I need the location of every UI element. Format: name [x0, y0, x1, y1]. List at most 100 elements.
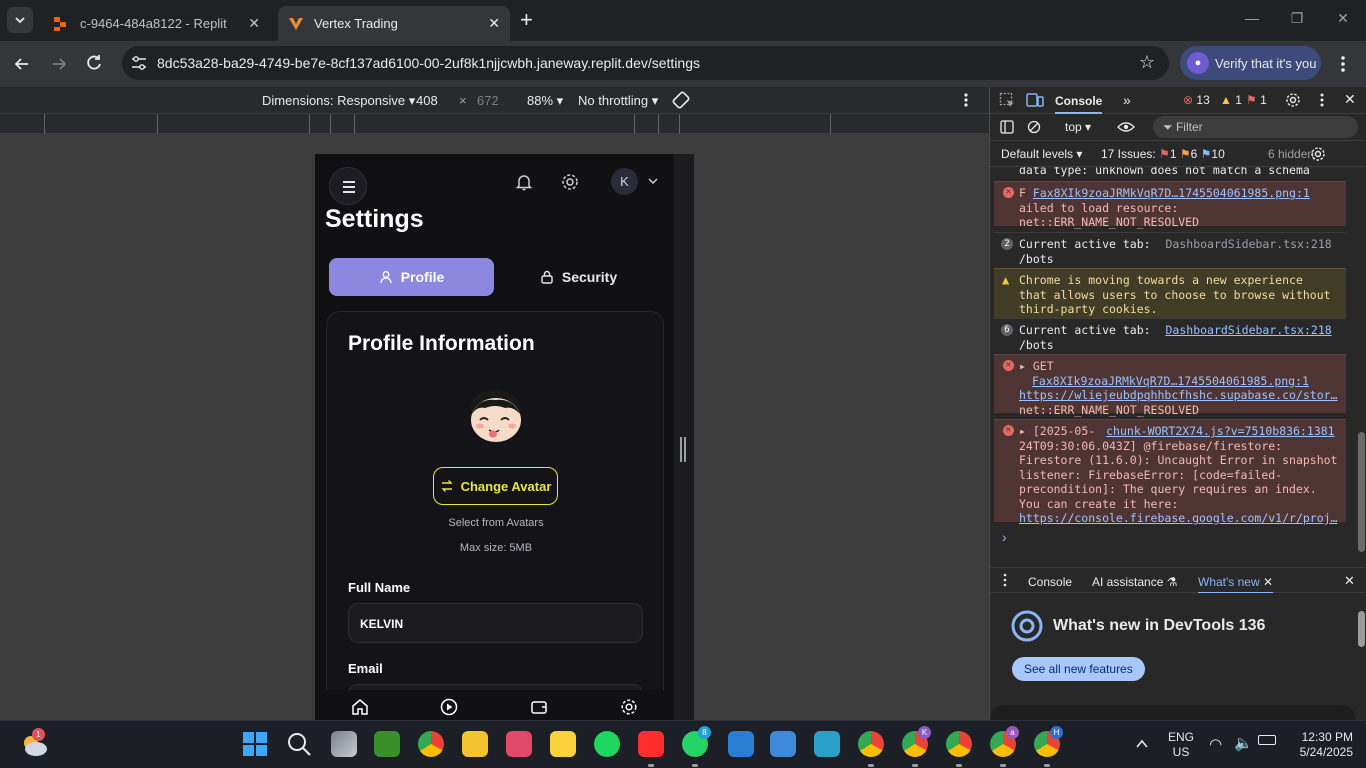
source-link[interactable]: chunk-WORT2X74.js?v=7510b836:1381 — [1106, 424, 1334, 438]
close-tab-icon[interactable]: ✕ — [488, 15, 500, 32]
full-name-field[interactable]: KELVIN — [348, 603, 643, 643]
chrome-icon[interactable] — [418, 731, 444, 757]
chrome-profile-icon[interactable] — [858, 731, 884, 757]
device-toggle-icon[interactable] — [1026, 92, 1044, 108]
browser-menu-icon[interactable] — [1336, 54, 1350, 74]
close-window-icon[interactable]: ✕ — [1333, 10, 1353, 30]
error-counter[interactable]: ⊗ 13 — [1183, 93, 1210, 107]
file-explorer-icon[interactable] — [462, 731, 488, 757]
firebase-index-link[interactable]: https://console.firebase.google.com/v1/r… — [1019, 511, 1338, 525]
drawer-tab-whats-new[interactable]: What's new ✕ — [1198, 568, 1274, 594]
wifi-icon[interactable]: ◠ — [1209, 735, 1222, 753]
tab-console[interactable]: Console — [1055, 87, 1103, 114]
language-indicator[interactable]: ENG US — [1168, 730, 1194, 760]
close-tab-icon[interactable]: ✕ — [1263, 575, 1273, 589]
gear-icon[interactable] — [560, 172, 580, 192]
chrome-profile-a-icon[interactable]: a — [990, 726, 1019, 757]
tab-vertex-trading[interactable]: Vertex Trading ✕ — [278, 6, 510, 41]
sticky-notes-icon[interactable] — [550, 731, 576, 757]
home-icon[interactable] — [351, 698, 369, 716]
windows-start-icon[interactable] — [242, 731, 268, 757]
devtools-settings-icon[interactable] — [1285, 92, 1301, 108]
width-input[interactable]: 408 — [416, 93, 438, 108]
weather-widget[interactable]: 1 — [19, 728, 49, 759]
drawer-scrollbar[interactable] — [1355, 593, 1366, 720]
console-settings-icon[interactable] — [1310, 146, 1326, 162]
wallet-icon[interactable] — [530, 698, 548, 716]
source-link[interactable]: Fax8XIk9zoaJRMkVqR7D…1745504061985.png:1 — [1033, 186, 1310, 200]
rotate-icon[interactable] — [672, 91, 690, 109]
drawer-menu-icon[interactable] — [1002, 573, 1008, 587]
tab-replit[interactable]: c-9464-484a8122 - Replit ✕ — [40, 6, 272, 41]
whatsapp-icon[interactable]: 8 — [682, 726, 711, 757]
reload-icon[interactable] — [84, 53, 104, 73]
new-tab-button[interactable]: + — [520, 9, 533, 31]
back-icon[interactable] — [12, 54, 32, 74]
request-url-link[interactable]: https://wliejeubdpqhhbcfhshc.supabase.co… — [1019, 388, 1338, 402]
site-info-icon[interactable] — [130, 55, 148, 71]
widgets-app-icon[interactable] — [374, 731, 400, 757]
tab-security[interactable]: Security — [496, 258, 661, 296]
clear-console-icon[interactable] — [1027, 120, 1041, 134]
context-selector[interactable]: top ▾ — [1065, 120, 1091, 134]
clock[interactable]: 12:30 PM 5/24/2025 — [1285, 730, 1353, 760]
spotify-icon[interactable] — [594, 731, 620, 757]
close-devtools-icon[interactable]: ✕ — [1344, 91, 1356, 108]
vscode-icon[interactable] — [728, 731, 754, 757]
source-link[interactable]: Fax8XIk9zoaJRMkVqR7D…1745504061985.png:1 — [1032, 374, 1309, 388]
verify-identity-button[interactable]: ● Verify that it's you — [1180, 46, 1321, 80]
issues-counter[interactable]: ⚑ 1 — [1246, 93, 1267, 107]
forward-icon[interactable] — [49, 54, 69, 74]
see-all-features-button[interactable]: See all new features — [1012, 657, 1145, 681]
minimize-icon[interactable]: — — [1242, 10, 1262, 30]
close-drawer-icon[interactable]: ✕ — [1344, 573, 1355, 589]
inspect-element-icon[interactable] — [999, 92, 1015, 108]
drawer-tab-console[interactable]: Console — [1028, 575, 1072, 589]
youtube-app-icon[interactable] — [638, 731, 664, 757]
height-input[interactable]: 672 — [477, 93, 499, 108]
tab-profile[interactable]: Profile — [329, 258, 494, 296]
snipping-tool-icon[interactable] — [506, 731, 532, 757]
more-tabs-icon[interactable]: » — [1123, 92, 1131, 108]
source-link[interactable]: DashboardSidebar.tsx:218 — [1166, 323, 1332, 337]
sidebar-toggle-icon[interactable] — [1000, 120, 1014, 134]
close-tab-icon[interactable]: ✕ — [248, 15, 260, 32]
source-link[interactable]: DashboardSidebar.tsx:218 — [1166, 237, 1332, 251]
chrome-profile-k-icon[interactable]: K — [902, 726, 931, 757]
console-scrollbar[interactable] — [1355, 167, 1366, 562]
chevron-down-icon[interactable] — [647, 176, 659, 186]
log-levels-dropdown[interactable]: Default levels ▾ — [1001, 147, 1082, 161]
show-hidden-icons-icon[interactable] — [1135, 738, 1149, 750]
tab-search-button[interactable] — [7, 7, 33, 33]
bookmark-star-icon[interactable]: ☆ — [1139, 52, 1155, 73]
device-toolbar-menu-icon[interactable] — [962, 92, 970, 108]
settings-gear-icon[interactable] — [620, 698, 638, 716]
bell-icon[interactable] — [514, 172, 534, 192]
photos-icon[interactable] — [770, 731, 796, 757]
console-prompt[interactable]: › — [1002, 529, 1007, 545]
task-view-icon[interactable] — [331, 731, 357, 757]
maximize-icon[interactable]: ❐ — [1287, 10, 1307, 30]
expand-triangle-icon[interactable]: ▸ — [1019, 424, 1026, 438]
address-bar[interactable]: 8dc53a28-ba29-4749-be7e-8cf137ad6100-00-… — [122, 46, 1169, 80]
battery-icon[interactable] — [1258, 735, 1276, 745]
warning-counter[interactable]: ▲ 1 — [1220, 93, 1242, 107]
dimensions-dropdown[interactable]: Dimensions: Responsive ▾ — [262, 93, 415, 109]
search-icon[interactable] — [286, 731, 312, 757]
user-avatar[interactable]: K — [611, 168, 638, 195]
pc-app-icon[interactable] — [814, 731, 840, 757]
drawer-tab-ai-assistance[interactable]: AI assistance ⚗ — [1092, 575, 1177, 589]
filter-input[interactable]: ⏷ Filter — [1153, 116, 1358, 138]
change-avatar-button[interactable]: Change Avatar — [433, 467, 558, 505]
zoom-dropdown[interactable]: 88% ▾ — [527, 93, 563, 109]
play-icon[interactable] — [440, 698, 458, 716]
chrome-profile-icon[interactable] — [946, 731, 972, 757]
resize-handle[interactable] — [680, 437, 686, 462]
expand-triangle-icon[interactable]: ▸ — [1019, 359, 1026, 373]
eye-icon[interactable] — [1117, 121, 1135, 133]
throttling-dropdown[interactable]: No throttling ▾ — [578, 93, 658, 109]
chrome-profile-h-icon[interactable]: H — [1034, 726, 1063, 757]
volume-icon[interactable]: 🔈 — [1234, 734, 1253, 752]
hamburger-menu-button[interactable] — [329, 167, 367, 205]
devtools-menu-icon[interactable] — [1318, 92, 1326, 108]
